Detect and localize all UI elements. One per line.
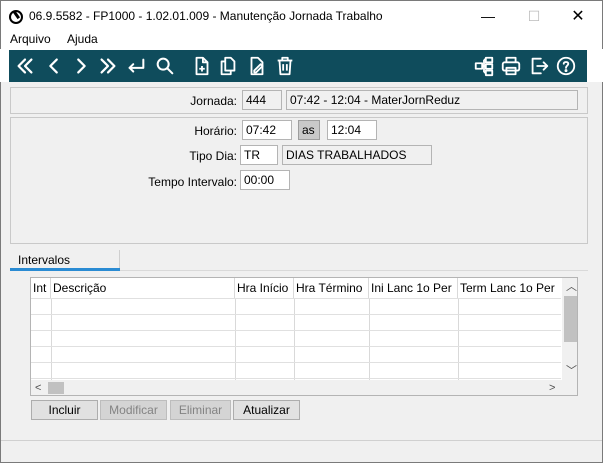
jornada-code-field[interactable]: 444: [242, 90, 282, 110]
tempo-intervalo-label: Tempo Intervalo:: [148, 175, 237, 189]
maximize-button[interactable]: ☐: [511, 1, 557, 32]
horizontal-scrollbar[interactable]: < >: [31, 380, 562, 395]
table-row[interactable]: [31, 314, 561, 315]
search-icon[interactable]: [153, 54, 177, 78]
app-icon: [9, 10, 23, 24]
tempo-intervalo-field[interactable]: 00:00: [240, 170, 290, 190]
scroll-down-icon[interactable]: ﹀: [566, 364, 577, 378]
scroll-left-icon[interactable]: <: [35, 381, 41, 395]
vertical-scroll-thumb[interactable]: [564, 296, 577, 342]
table-row[interactable]: [31, 362, 561, 363]
as-label: as: [298, 120, 320, 140]
scroll-up-icon[interactable]: ︿: [566, 280, 577, 294]
horario-start-field[interactable]: 07:42: [242, 120, 292, 140]
horizontal-scroll-thumb[interactable]: [48, 382, 64, 394]
modificar-button[interactable]: Modificar: [100, 400, 167, 420]
exit-icon[interactable]: [527, 54, 551, 78]
structure-icon[interactable]: [472, 54, 496, 78]
goto-icon[interactable]: [124, 54, 148, 78]
table-row[interactable]: [31, 346, 561, 347]
new-icon[interactable]: [190, 54, 214, 78]
next-icon[interactable]: [69, 54, 93, 78]
tipo-dia-label: Tipo Dia:: [189, 149, 237, 163]
jornada-description-field: 07:42 - 12:04 - MaterJornReduz: [286, 90, 578, 110]
column-divider: [294, 298, 295, 380]
window-title: 06.9.5582 - FP1000 - 1.02.01.009 - Manut…: [29, 9, 383, 23]
minimize-button[interactable]: —: [465, 1, 511, 32]
tab-active-indicator: [10, 268, 120, 271]
eliminar-button[interactable]: Eliminar: [170, 400, 231, 420]
table-row[interactable]: [31, 298, 561, 299]
last-icon[interactable]: [96, 54, 120, 78]
column-header-ini-lanc[interactable]: Ini Lanc 1o Per: [369, 278, 458, 298]
column-divider: [51, 298, 52, 380]
scroll-right-icon[interactable]: >: [549, 381, 555, 395]
menu-bar: Arquivo Ajuda: [0, 31, 603, 49]
table-row[interactable]: [31, 330, 561, 331]
horario-end-field[interactable]: 12:04: [327, 120, 377, 140]
help-icon[interactable]: [554, 54, 578, 78]
vertical-scrollbar[interactable]: ︿ ﹀: [562, 278, 577, 380]
column-header-descricao[interactable]: Descrição: [51, 278, 235, 298]
column-header-term-lanc[interactable]: Term Lanc 1o Per: [458, 278, 562, 298]
first-icon[interactable]: [13, 54, 37, 78]
tab-intervalos[interactable]: Intervalos: [18, 253, 70, 267]
title-bar: 06.9.5582 - FP1000 - 1.02.01.009 - Manut…: [0, 0, 603, 31]
column-header-hra-inicio[interactable]: Hra Início: [235, 278, 294, 298]
tab-divider: [119, 250, 120, 268]
status-bar: [1, 440, 602, 462]
toolbar: [9, 50, 587, 82]
incluir-button[interactable]: Incluir: [31, 400, 98, 420]
table-row[interactable]: [31, 378, 561, 379]
print-icon[interactable]: [499, 54, 523, 78]
tipo-dia-code-field[interactable]: TR: [240, 145, 278, 165]
atualizar-button[interactable]: Atualizar: [233, 400, 300, 420]
jornada-label: Jornada:: [190, 94, 237, 108]
menu-ajuda[interactable]: Ajuda: [67, 32, 98, 46]
copy-icon[interactable]: [216, 54, 240, 78]
delete-icon[interactable]: [273, 54, 297, 78]
menu-arquivo[interactable]: Arquivo: [10, 32, 51, 46]
column-divider: [369, 298, 370, 380]
scrollbar-corner: [562, 380, 577, 395]
previous-icon[interactable]: [42, 54, 66, 78]
column-header-hra-termino[interactable]: Hra Término: [294, 278, 369, 298]
edit-icon[interactable]: [245, 54, 269, 78]
horario-label: Horário:: [194, 124, 237, 138]
close-button[interactable]: ✕: [555, 1, 601, 32]
tipo-dia-description-field: DIAS TRABALHADOS: [282, 145, 432, 165]
column-divider: [235, 298, 236, 380]
column-divider: [458, 298, 459, 380]
column-header-int[interactable]: Int: [31, 278, 51, 298]
intervalos-grid[interactable]: Int Descrição Hra Início Hra Término Ini…: [30, 277, 578, 396]
